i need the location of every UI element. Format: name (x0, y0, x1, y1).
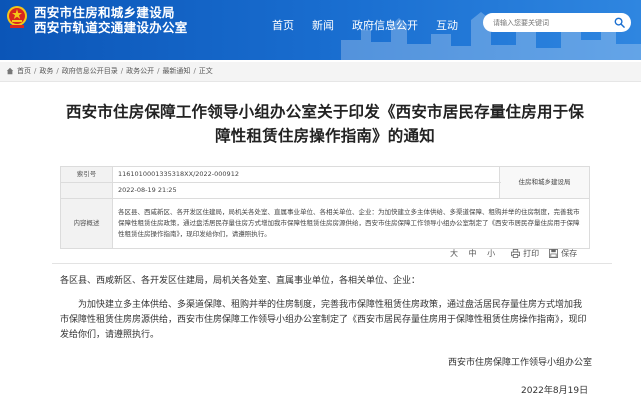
breadcrumb-separator: / (193, 67, 196, 75)
breadcrumb-separator: / (34, 67, 37, 75)
search-box (483, 13, 631, 32)
save-button[interactable]: 保存 (549, 248, 577, 259)
content-divider (52, 263, 612, 264)
summary-text: 各区县、西咸新区、各开发区住建局，局机关各处室、直属事业单位、各相关单位、企业：… (112, 198, 590, 249)
document-info-table: 索引号 11610100013353​18XX/2022-000912 住房和城… (60, 166, 590, 249)
print-button[interactable]: 打印 (511, 248, 539, 259)
signature: 西安市住房保障工作领导小组办公室 (448, 358, 593, 368)
home-icon (6, 67, 14, 75)
breadcrumb-bar: 首页 / 政务 / 政府信息公开目录 / 政务公开 / 最新通知 / 正文 (0, 62, 641, 82)
nav-news[interactable]: 新闻 (312, 17, 334, 33)
table-row: 内容概述 各区县、西咸新区、各开发区住建局，局机关各处室、直属事业单位、各相关单… (60, 198, 590, 249)
breadcrumb-gov-public[interactable]: 政务公开 (126, 66, 154, 76)
print-icon (511, 249, 521, 258)
save-label: 保存 (561, 249, 578, 258)
site-title-line2: 西安市轨道交通建设办公室 (34, 20, 188, 35)
main-nav: 首页 新闻 政府信息公开 互动 (272, 17, 476, 33)
table-row: 索引号 11610100013353​18XX/2022-000912 住房和城… (60, 166, 590, 199)
date-label (60, 182, 113, 199)
nav-interaction[interactable]: 互动 (436, 17, 458, 33)
breadcrumb-government[interactable]: 政务 (39, 66, 53, 76)
site-title[interactable]: 西安市住房和城乡建设局 西安市轨道交通建设办公室 (34, 5, 188, 35)
breadcrumb: 首页 / 政务 / 政府信息公开目录 / 政务公开 / 最新通知 / 正文 (6, 66, 213, 76)
summary-label: 内容概述 (60, 198, 113, 249)
index-label: 索引号 (60, 166, 113, 183)
index-value: 11610100013353​18XX/2022-000912 (112, 166, 500, 183)
nav-home[interactable]: 首页 (272, 17, 294, 33)
site-title-line1: 西安市住房和城乡建设局 (34, 5, 175, 20)
search-icon[interactable] (614, 17, 625, 28)
save-icon (549, 249, 559, 258)
publish-date: 2022-08-19 21:25 (112, 182, 500, 199)
breadcrumb-info-catalog[interactable]: 政府信息公开目录 (62, 66, 118, 76)
breadcrumb-separator: / (56, 67, 59, 75)
issue-date: 2022年8月19日 (521, 386, 589, 396)
body-paragraph: 为加快建立多主体供给、多渠道保障、租购并举的住房制度，完善我市保障性租赁住房政策… (60, 300, 587, 340)
recipients-line: 各区县、西咸新区、各开发区住建局，局机关各处室、直属事业单位，各相关单位、企业： (60, 276, 421, 286)
breadcrumb-latest-notice[interactable]: 最新通知 (162, 66, 190, 76)
search-input[interactable] (493, 18, 611, 27)
breadcrumb-separator: / (120, 67, 124, 75)
font-size-selector[interactable]: 大 中 小 (450, 248, 499, 259)
emblem-icon (7, 6, 27, 28)
article-title: 西安市住房保障工作领导小组办公室关于印发《西安市居民存量住房用于保障性租赁住房操… (65, 103, 585, 145)
breadcrumb-home[interactable]: 首页 (17, 66, 31, 76)
site-header: 西安市住房和城乡建设局 西安市轨道交通建设办公室 首页 新闻 政府信息公开 互动 (0, 0, 641, 60)
nav-gov-info[interactable]: 政府信息公开 (352, 17, 418, 33)
article-tools: 大 中 小 打印 保存 (450, 248, 587, 259)
breadcrumb-separator: / (157, 67, 160, 75)
breadcrumb-current: 正文 (198, 67, 213, 75)
dispatch-unit: 住房和城乡建设局 (499, 166, 590, 199)
print-label: 打印 (523, 249, 540, 258)
